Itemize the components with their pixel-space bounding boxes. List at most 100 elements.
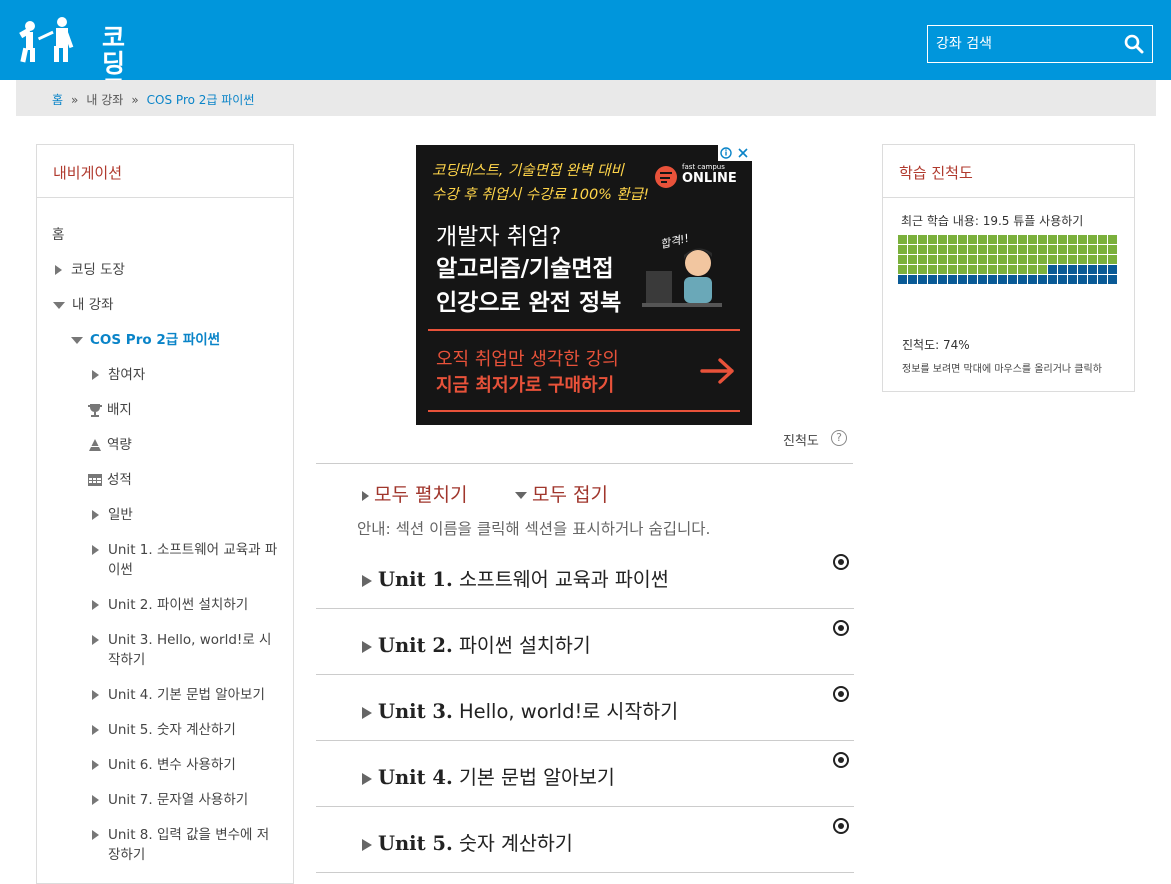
progress-cell-complete[interactable] [928,265,937,274]
progress-cell-complete[interactable] [988,255,997,264]
progress-cell-incomplete[interactable] [958,275,967,284]
search-button[interactable] [1124,34,1144,54]
progress-cell-complete[interactable] [958,245,967,254]
nav-item-general[interactable]: 일반 [92,505,133,525]
progress-cell-incomplete[interactable] [1028,275,1037,284]
nav-item-unit-6[interactable]: Unit 6. 변수 사용하기 [92,755,236,775]
breadcrumb-home[interactable]: 홈 [52,93,63,107]
progress-cell-complete[interactable] [968,235,977,244]
progress-cell-incomplete[interactable] [1088,275,1097,284]
nav-item-unit-7[interactable]: Unit 7. 문자열 사용하기 [92,790,248,810]
section-completion-radio-icon[interactable] [833,818,849,834]
section-title-toggle[interactable]: Unit 4. 기본 문법 알아보기 [362,761,615,790]
progress-cell-incomplete[interactable] [1058,265,1067,274]
nav-item-my-courses[interactable]: 내 강좌 [53,295,114,315]
course-search-input[interactable] [928,26,1114,62]
progress-cell-complete[interactable] [998,245,1007,254]
progress-cell-complete[interactable] [1068,245,1077,254]
nav-item-unit-5[interactable]: Unit 5. 숫자 계산하기 [92,720,236,740]
progress-cell-complete[interactable] [1038,255,1047,264]
progress-cell-complete[interactable] [1058,235,1067,244]
progress-cell-complete[interactable] [898,255,907,264]
progress-cell-complete[interactable] [908,245,917,254]
collapse-all-link[interactable]: 모두 접기 [515,480,608,507]
progress-cell-incomplete[interactable] [1078,265,1087,274]
progress-cell-complete[interactable] [1018,265,1027,274]
progress-cell-incomplete[interactable] [1068,265,1077,274]
section-title-toggle[interactable]: Unit 3. Hello, world!로 시작하기 [362,695,678,724]
progress-bar-grid[interactable] [898,235,1120,285]
progress-cell-complete[interactable] [1068,235,1077,244]
progress-cell-complete[interactable] [1008,265,1017,274]
section-title-toggle[interactable]: Unit 5. 숫자 계산하기 [362,827,573,856]
progress-cell-complete[interactable] [968,245,977,254]
nav-item-course-cos-pro[interactable]: COS Pro 2급 파이썬 [71,330,220,350]
progress-cell-complete[interactable] [1018,245,1027,254]
progress-cell-incomplete[interactable] [938,275,947,284]
nav-item-unit-4[interactable]: Unit 4. 기본 문법 알아보기 [92,685,265,705]
nav-item-unit-1[interactable]: Unit 1. 소프트웨어 교육과 파이썬 [92,540,278,580]
nav-item-unit-8[interactable]: Unit 8. 입력 값을 변수에 저장하기 [92,825,278,865]
progress-cell-complete[interactable] [1108,235,1117,244]
progress-cell-complete[interactable] [948,235,957,244]
progress-cell-incomplete[interactable] [1098,265,1107,274]
progress-cell-incomplete[interactable] [1038,275,1047,284]
progress-cell-complete[interactable] [1028,235,1037,244]
advertisement-banner[interactable]: 코딩테스트, 기술면접 완벽 대비 수강 후 취업시 수강료 100% 환급! … [416,145,752,425]
ad-choices-close[interactable] [718,145,752,161]
progress-cell-complete[interactable] [948,245,957,254]
section-completion-radio-icon[interactable] [833,686,849,702]
progress-cell-complete[interactable] [1068,255,1077,264]
progress-cell-complete[interactable] [898,235,907,244]
nav-item-grades[interactable]: 성적 [87,470,132,490]
progress-cell-incomplete[interactable] [948,275,957,284]
nav-item-participants[interactable]: 참여자 [92,365,145,385]
progress-cell-incomplete[interactable] [1108,265,1117,274]
progress-cell-complete[interactable] [898,265,907,274]
progress-cell-complete[interactable] [908,265,917,274]
progress-cell-complete[interactable] [948,255,957,264]
progress-cell-complete[interactable] [1108,245,1117,254]
progress-cell-complete[interactable] [1098,245,1107,254]
progress-cell-complete[interactable] [898,245,907,254]
progress-cell-complete[interactable] [988,235,997,244]
progress-cell-complete[interactable] [1048,245,1057,254]
progress-cell-incomplete[interactable] [898,275,907,284]
progress-cell-complete[interactable] [998,265,1007,274]
expand-all-link[interactable]: 모두 펼치기 [362,480,467,507]
progress-cell-incomplete[interactable] [1058,275,1067,284]
progress-cell-complete[interactable] [1078,245,1087,254]
progress-cell-complete[interactable] [938,245,947,254]
progress-cell-complete[interactable] [948,265,957,274]
progress-cell-incomplete[interactable] [998,275,1007,284]
progress-cell-complete[interactable] [918,265,927,274]
progress-cell-incomplete[interactable] [918,275,927,284]
progress-cell-complete[interactable] [1008,245,1017,254]
progress-cell-complete[interactable] [1098,235,1107,244]
nav-item-badges[interactable]: 배지 [87,400,132,420]
progress-cell-complete[interactable] [978,255,987,264]
progress-cell-complete[interactable] [1028,265,1037,274]
progress-cell-incomplete[interactable] [1048,265,1057,274]
nav-item-unit-3[interactable]: Unit 3. Hello, world!로 시작하기 [92,630,278,670]
progress-cell-incomplete[interactable] [1068,275,1077,284]
progress-cell-complete[interactable] [1018,255,1027,264]
progress-cell-complete[interactable] [988,265,997,274]
progress-cell-complete[interactable] [938,235,947,244]
nav-item-home[interactable]: 홈 [52,225,64,245]
progress-cell-complete[interactable] [928,255,937,264]
progress-cell-complete[interactable] [938,265,947,274]
progress-cell-complete[interactable] [1048,255,1057,264]
progress-cell-complete[interactable] [1078,235,1087,244]
progress-cell-complete[interactable] [928,235,937,244]
progress-cell-incomplete[interactable] [1108,275,1117,284]
progress-cell-complete[interactable] [918,235,927,244]
progress-cell-complete[interactable] [978,235,987,244]
progress-cell-complete[interactable] [1038,245,1047,254]
progress-cell-complete[interactable] [908,255,917,264]
progress-cell-complete[interactable] [918,245,927,254]
progress-cell-complete[interactable] [908,235,917,244]
progress-cell-complete[interactable] [1058,255,1067,264]
section-completion-radio-icon[interactable] [833,752,849,768]
nav-item-competencies[interactable]: 역량 [87,435,132,455]
